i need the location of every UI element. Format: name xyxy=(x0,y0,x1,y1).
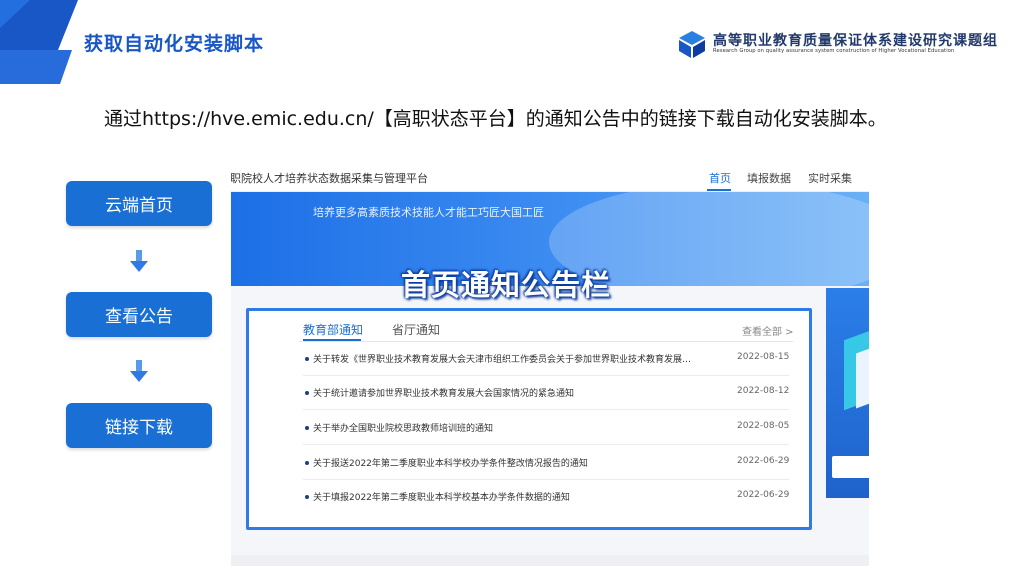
arrow-down-icon xyxy=(130,250,148,272)
tab-ministry-notice[interactable]: 教育部通知 xyxy=(303,321,363,338)
notice-row[interactable]: 关于转发《世界职业技术教育发展大会天津市组织工作委员会关于参加世界职业技术教育发… xyxy=(303,345,789,376)
notice-row[interactable]: 关于统计邀请参加世界职业技术教育发展大会国家情况的紧急通知 2022-08-12 xyxy=(303,379,789,410)
site-footer-strip xyxy=(231,555,869,566)
notice-title[interactable]: 关于举办全国职业院校思政教师培训班的通知 xyxy=(313,421,693,434)
step-cloud-home[interactable]: 云端首页 xyxy=(66,181,212,226)
bullet-icon xyxy=(305,426,309,430)
site-topbar: 高职院校人才培养状态数据采集与管理平台 首页 填报数据 实时采集 xyxy=(231,162,869,192)
notice-title[interactable]: 关于统计邀请参加世界职业技术教育发展大会国家情况的紧急通知 xyxy=(313,386,693,399)
side-input-field[interactable] xyxy=(832,456,869,478)
notice-date: 2022-08-12 xyxy=(737,386,790,396)
tabs-divider xyxy=(299,341,793,342)
cube-logo-icon xyxy=(679,31,705,58)
nav-realtime[interactable]: 实时采集 xyxy=(808,170,852,186)
notice-date: 2022-08-15 xyxy=(737,352,790,362)
instruction-text: 通过https://hve.emic.edu.cn/【高职状态平台】的通知公告中… xyxy=(104,108,887,130)
org-name: 高等职业教育质量保证体系建设研究课题组 xyxy=(713,33,998,49)
nav-fill-data[interactable]: 填报数据 xyxy=(747,170,791,186)
notice-row[interactable]: 关于报送2022年第二季度职业本科学校办学条件整改情况报告的通知 2022-06… xyxy=(303,449,789,480)
notice-date: 2022-06-29 xyxy=(737,456,790,466)
side-illustration-panel xyxy=(826,288,869,498)
bullet-icon xyxy=(305,357,309,361)
step-view-notice[interactable]: 查看公告 xyxy=(66,292,212,337)
nav-active-underline xyxy=(707,189,731,191)
step-link-download[interactable]: 链接下载 xyxy=(66,403,212,448)
slide-header: 获取自动化安装脚本 高等职业教育质量保证体系建设研究课题组 Research G… xyxy=(0,0,1024,84)
notice-row[interactable]: 关于举办全国职业院校思政教师培训班的通知 2022-08-05 xyxy=(303,414,789,445)
notice-card: 教育部通知 省厅通知 查看全部 > 关于转发《世界职业技术教育发展大会天津市组织… xyxy=(246,308,812,530)
notice-board-label: 首页通知公告栏 xyxy=(401,268,612,302)
tab-province-notice[interactable]: 省厅通知 xyxy=(392,321,440,338)
org-subtitle: Research Group on quality assurance syst… xyxy=(713,48,955,54)
banner-slogan: 培养更多高素质技术技能人才能工巧匠大国工匠 xyxy=(313,206,544,219)
arrow-down-icon xyxy=(130,360,148,382)
bullet-icon xyxy=(305,495,309,499)
platform-title: 高职院校人才培养状态数据采集与管理平台 xyxy=(231,172,428,185)
notice-title[interactable]: 关于转发《世界职业技术教育发展大会天津市组织工作委员会关于参加世界职业技术教育发… xyxy=(313,352,693,365)
bullet-icon xyxy=(305,391,309,395)
tab-active-underline xyxy=(303,339,361,341)
header-decoration xyxy=(0,0,78,84)
nav-home[interactable]: 首页 xyxy=(709,170,731,186)
notice-row[interactable]: 关于填报2022年第二季度职业本科学校基本办学条件数据的通知 2022-06-2… xyxy=(303,483,789,514)
bullet-icon xyxy=(305,461,309,465)
notice-title[interactable]: 关于报送2022年第二季度职业本科学校办学条件整改情况报告的通知 xyxy=(313,456,693,469)
notice-date: 2022-06-29 xyxy=(737,490,790,500)
website-screenshot: 高职院校人才培养状态数据采集与管理平台 首页 填报数据 实时采集 培养更多高素质… xyxy=(231,162,869,566)
notice-title[interactable]: 关于填报2022年第二季度职业本科学校基本办学条件数据的通知 xyxy=(313,490,693,503)
slide-title: 获取自动化安装脚本 xyxy=(84,33,265,55)
device-illustration-screen xyxy=(856,342,869,409)
notice-date: 2022-08-05 xyxy=(737,421,790,431)
view-all-link[interactable]: 查看全部 > xyxy=(742,323,794,338)
